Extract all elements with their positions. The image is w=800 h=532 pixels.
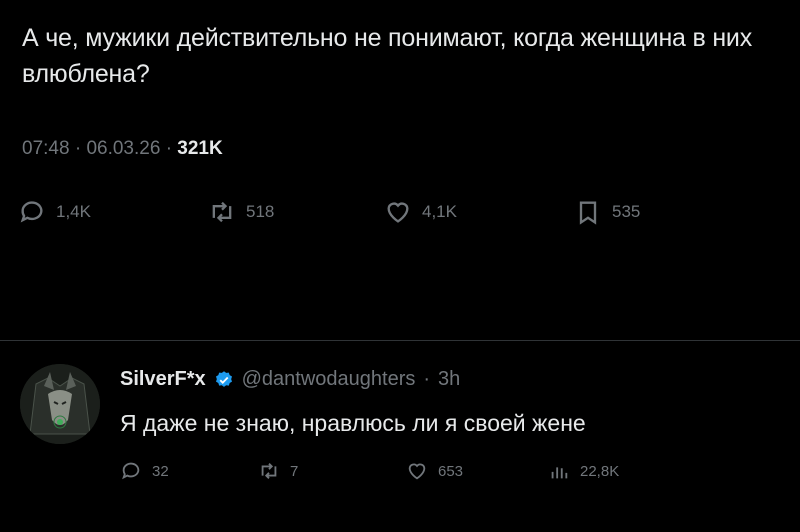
- reply-tweet[interactable]: SilverF*x @dantwodaughters · 3h Я даже н…: [0, 340, 800, 532]
- heart-icon: [408, 463, 426, 480]
- reply-icon: [20, 201, 43, 223]
- tweet-time[interactable]: 07:48: [22, 138, 70, 159]
- meta-separator: ·: [165, 138, 173, 159]
- tweet-views[interactable]: 321K: [177, 138, 222, 159]
- tweet-meta: 07:48 · 06.03.26 · 321K: [22, 138, 223, 160]
- reply-views-button[interactable]: 22,8K: [548, 460, 619, 482]
- reply-reply-count: 32: [152, 462, 169, 480]
- reply-header: SilverF*x @dantwodaughters · 3h: [120, 368, 460, 391]
- repost-icon: [261, 463, 277, 479]
- tweet-date[interactable]: 06.03.26: [86, 138, 160, 159]
- reply-time[interactable]: 3h: [438, 368, 460, 391]
- reply-text: Я даже не знаю, нравлюсь ли я своей жене: [120, 410, 586, 436]
- reply-repost-button[interactable]: 7: [258, 460, 298, 482]
- repost-icon: [212, 201, 232, 223]
- repost-count: 518: [246, 202, 275, 221]
- bookmark-count: 535: [612, 202, 641, 221]
- analytics-icon: [551, 467, 568, 479]
- like-count: 4,1K: [422, 202, 457, 221]
- tweet-text: А че, мужики действительно не понимают, …: [22, 24, 752, 88]
- meta-separator: ·: [423, 368, 431, 390]
- reply-repost-count: 7: [290, 462, 299, 480]
- avatar[interactable]: [20, 364, 100, 444]
- reply-author-handle[interactable]: @dantwodaughters: [242, 368, 416, 391]
- reply-views-count: 22,8K: [580, 462, 620, 480]
- reply-like-button[interactable]: 653: [406, 460, 463, 482]
- reply-icon: [122, 462, 140, 480]
- verified-badge-icon: [215, 370, 232, 387]
- reply-author-name[interactable]: SilverF*x: [120, 368, 206, 391]
- like-button[interactable]: 4,1K: [384, 198, 457, 226]
- wolf-avatar-icon: [20, 364, 100, 444]
- reply-button[interactable]: 1,4K: [18, 198, 91, 226]
- meta-separator: ·: [74, 138, 82, 159]
- reply-count: 1,4K: [56, 202, 91, 221]
- heart-icon: [387, 202, 409, 223]
- reply-reply-button[interactable]: 32: [120, 460, 169, 482]
- reply-like-count: 653: [438, 462, 464, 480]
- bookmark-icon: [579, 201, 597, 225]
- repost-button[interactable]: 518: [208, 198, 274, 226]
- bookmark-button[interactable]: 535: [574, 198, 640, 226]
